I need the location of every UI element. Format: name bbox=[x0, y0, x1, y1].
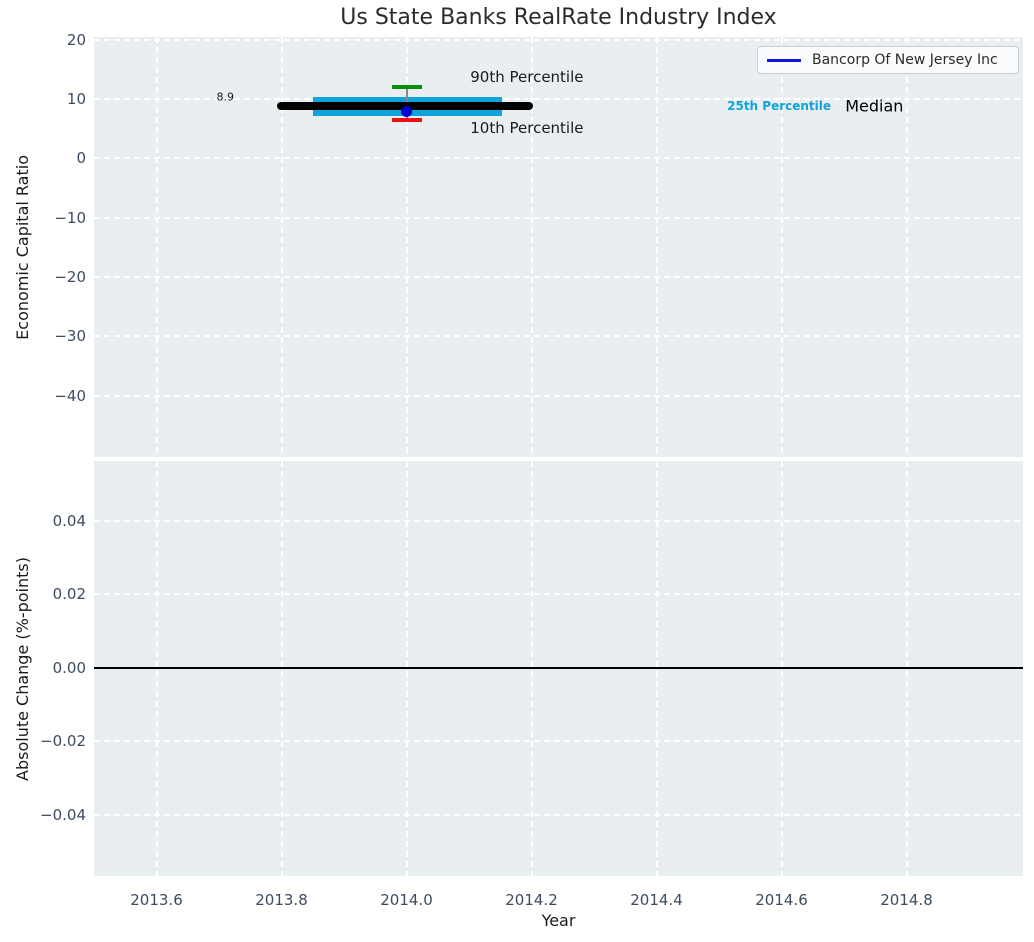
gridline-y bbox=[94, 276, 1023, 279]
y-axis-label-top: Economic Capital Ratio bbox=[12, 154, 32, 340]
gridline-y bbox=[94, 740, 1023, 743]
x-tick-label: 2014.6 bbox=[755, 891, 808, 909]
gridline-y bbox=[94, 216, 1023, 219]
y-tick-label: −10 bbox=[54, 208, 86, 227]
y-tick-label: 0.02 bbox=[52, 585, 86, 604]
y-tick-label: 10 bbox=[66, 89, 86, 108]
gridline-y bbox=[94, 813, 1023, 816]
y-tick-label: 0 bbox=[76, 149, 86, 168]
y-tick-label: −0.02 bbox=[40, 732, 86, 751]
zero-line bbox=[94, 666, 1023, 669]
y-tick-label: −40 bbox=[54, 386, 86, 405]
gridline-y bbox=[94, 394, 1023, 397]
annotation: 10th Percentile bbox=[470, 119, 584, 138]
gridline-y bbox=[94, 38, 1023, 41]
y-tick-label: 20 bbox=[66, 30, 86, 49]
gridline-y bbox=[94, 157, 1023, 160]
legend-line-icon bbox=[767, 58, 801, 62]
y-tick-label: 0.04 bbox=[52, 511, 86, 530]
gridline-y bbox=[94, 593, 1023, 596]
annotation: 8.9 bbox=[216, 90, 235, 104]
annotation: Median bbox=[845, 96, 904, 116]
y-tick-label: 0.00 bbox=[52, 658, 86, 677]
legend-label: Bancorp Of New Jersey Inc bbox=[812, 52, 998, 68]
x-tick-label: 2014.0 bbox=[380, 891, 433, 909]
y-tick-label: −20 bbox=[54, 268, 86, 287]
annotation: 25th Percentile bbox=[727, 99, 832, 114]
p10-cap bbox=[391, 118, 422, 123]
x-tick-label: 2014.4 bbox=[630, 891, 683, 909]
y-tick-label: −0.04 bbox=[40, 805, 86, 824]
y-tick-label: −30 bbox=[54, 327, 86, 346]
p90-cap bbox=[391, 84, 422, 89]
x-tick-label: 2014.2 bbox=[505, 891, 558, 909]
legend: Bancorp Of New Jersey Inc bbox=[757, 46, 1019, 74]
x-tick-label: 2013.8 bbox=[255, 891, 308, 909]
annotation: 90th Percentile bbox=[470, 68, 584, 87]
gridline-y bbox=[94, 519, 1023, 522]
x-tick-label: 2013.6 bbox=[130, 891, 183, 909]
x-axis-label: Year bbox=[541, 911, 576, 930]
chart-title: Us State Banks RealRate Industry Index bbox=[340, 5, 777, 30]
company-point bbox=[401, 105, 412, 117]
x-tick-label: 2014.8 bbox=[880, 891, 933, 909]
figure: Us State Banks RealRate Industry Index E… bbox=[0, 0, 1034, 942]
gridline-y bbox=[94, 335, 1023, 338]
